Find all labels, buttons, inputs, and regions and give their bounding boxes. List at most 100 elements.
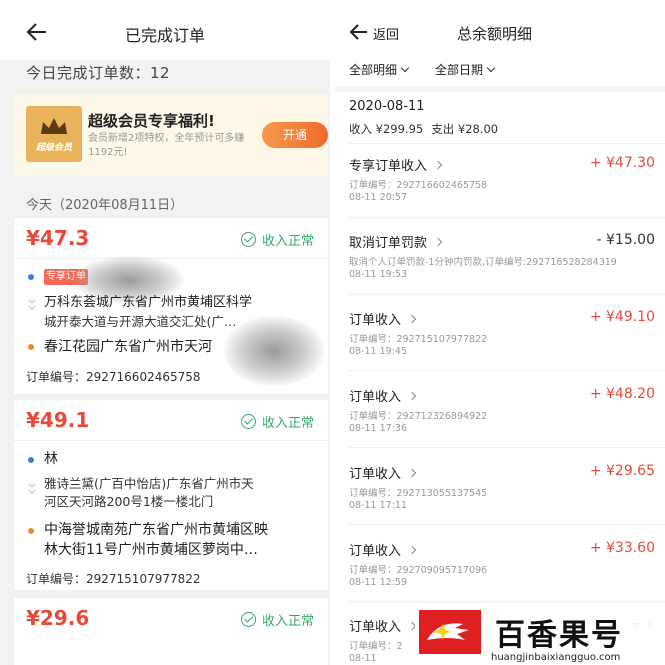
entry-amount: + ¥47.30 (589, 155, 655, 171)
order-status: 收入正常 (240, 230, 314, 249)
entry-amount: + ¥33.60 (589, 540, 655, 556)
order-status-label: 收入正常 (261, 614, 314, 629)
entry-order-number: 订单编号：292712326894922 (349, 411, 488, 422)
entry-title: 订单收入 (349, 544, 402, 559)
transaction-entry[interactable]: 订单收入 + ¥33.60 订单编号：292709095717096 08-11… (349, 540, 655, 610)
entry-time: 08-11 19:45 (349, 346, 408, 357)
entry-order-number: 取消个人订单罚款-1分钟内罚款,订单编号:292716528284319 (349, 257, 617, 268)
dropoff-address: 中海誉城南苑广东省广州市黄埔区映 (44, 522, 268, 538)
entry-amount: + ¥49.10 (589, 309, 655, 325)
promo-description: 会员新增2项特权，全年预计可多赚1192元! (88, 133, 245, 158)
entry-order-number: 订单编号：2 (349, 641, 403, 652)
page-title: 总余额明细 (457, 25, 533, 43)
check-circle-icon (240, 414, 256, 429)
divider (349, 143, 665, 144)
divider (349, 217, 665, 218)
pickup-address-detail: 河区天河路200号1楼一楼北门 (44, 494, 214, 509)
order-amount: ¥47.3 (26, 226, 90, 250)
order-number: 订单编号：292716602465758 (26, 370, 201, 384)
back-button[interactable]: 返回 (373, 24, 399, 43)
expense-total: 支出 ¥28.00 (431, 122, 499, 136)
pickup-address-detail: 雅诗兰黛(广百中怡店)广东省广州市天 (44, 476, 254, 491)
dropoff-dot-icon (28, 344, 34, 350)
entry-title: 订单收入 (349, 313, 402, 328)
income-total: 收入 ¥299.95 (349, 122, 424, 136)
pickup-name: 林 (44, 451, 58, 467)
detail-type-filter[interactable]: 全部明细 (349, 61, 410, 78)
entry-amount: + ¥29.65 (589, 463, 655, 479)
order-card[interactable]: ¥29.6 收入正常 (14, 598, 328, 665)
entry-time: 08-11 17:36 (349, 423, 408, 434)
chevron-down-icon (486, 63, 496, 72)
check-circle-icon (240, 232, 256, 247)
open-vip-button[interactable]: 开通 (262, 122, 328, 148)
divider (349, 294, 665, 295)
summary-date: 2020-08-11 (349, 99, 425, 114)
chevron-down-icon (400, 63, 410, 72)
date-filter[interactable]: 全部日期 (435, 61, 496, 78)
divider (349, 601, 665, 602)
dropoff-address: 林大街11号广州市黄埔区萝岗中… (44, 542, 258, 558)
transaction-entry[interactable]: 订单收入 + ¥49.10 订单编号：292715107977822 08-11… (349, 309, 655, 379)
divider (14, 258, 328, 259)
transaction-entry[interactable]: 专享订单收入 + ¥47.30 订单编号：292716602465758 08-… (349, 155, 655, 225)
entry-title: 订单收入 (349, 390, 402, 405)
entry-title: 专享订单收入 (349, 159, 428, 174)
transaction-entry[interactable]: 取消订单罚款 - ¥15.00 取消个人订单罚款-1分钟内罚款,订单编号:292… (349, 232, 655, 302)
date-header: 今天（2020年08月11日） (26, 198, 184, 213)
daily-summary: 收入 ¥299.95 支出 ¥28.00 (349, 121, 506, 137)
chevron-right-icon (407, 314, 417, 323)
entry-time: 08-11 20:57 (349, 192, 408, 203)
divider (349, 370, 665, 371)
check-circle-icon (240, 612, 256, 627)
entry-title: 取消订单罚款 (349, 236, 428, 251)
chevron-right-icon (407, 468, 417, 477)
entry-amount: - ¥15.00 (596, 232, 656, 248)
entry-time: 08-11 19:53 (349, 269, 408, 280)
balance-detail-screen: 返回 总余额明细 全部明细 全部日期 2020-08-11 收入 ¥299.95… (335, 0, 665, 665)
order-status-label: 收入正常 (261, 416, 314, 431)
order-status: 收入正常 (240, 412, 314, 431)
filter-label: 全部明细 (349, 63, 398, 77)
order-status: 收入正常 (240, 610, 314, 629)
today-order-count: 今日完成订单数：12 (26, 64, 171, 82)
watermark-url: huangjinbaixiangguo.com (491, 652, 621, 663)
promo-title: 超级会员专享福利! (88, 112, 215, 130)
order-amount: ¥49.1 (26, 408, 90, 432)
left-header: 已完成订单 (0, 0, 330, 60)
back-arrow-icon[interactable] (349, 22, 369, 42)
divider (349, 447, 665, 448)
page-title: 已完成订单 (124, 26, 205, 45)
vip-promo-banner[interactable]: 超级会员 超级会员专享福利! 会员新增2项特权，全年预计可多赚1192元! 开通 (14, 94, 328, 176)
order-number: 订单编号：292715107977822 (26, 572, 201, 586)
order-amount: ¥29.6 (26, 606, 90, 630)
chevron-right-icon (407, 545, 417, 554)
entry-time: 08-11 (349, 653, 377, 664)
entry-order-number: 订单编号：292716602465758 (349, 180, 488, 191)
transaction-entry[interactable]: 订单收入 + ¥48.20 订单编号：292712326894922 08-11… (349, 386, 655, 456)
site-watermark: 百香果号 huangjinbaixiangguo.com (415, 608, 665, 665)
entry-time: 08-11 12:59 (349, 577, 408, 588)
completed-orders-screen: 已完成订单 今日完成订单数：12 超级会员 超级会员专享福利! 会员新增2项特权… (0, 0, 330, 665)
watermark-brand: 百香果号 (495, 618, 623, 653)
pickup-address: 万科东荟城广东省广州市黄埔区科学 (44, 295, 253, 310)
transaction-entry[interactable]: 订单收入 + ¥29.65 订单编号：292713055137545 08-11… (349, 463, 655, 533)
chevron-right-icon (433, 160, 443, 169)
vip-badge: 超级会员 (26, 106, 82, 162)
pickup-dot-icon (28, 457, 34, 463)
dropoff-address: 春江花园广东省广州市天河 (44, 339, 212, 355)
chevron-right-icon (407, 391, 417, 400)
entry-amount: + ¥48.20 (589, 386, 655, 402)
order-card[interactable]: ¥47.3 收入正常 专享订单 万科东荟城广东省广州市黄埔区科学 城开泰大道与开… (14, 218, 328, 394)
filter-label: 全部日期 (435, 63, 484, 77)
entry-order-number: 订单编号：292713055137545 (349, 488, 488, 499)
redaction-blur (224, 316, 324, 386)
divider (14, 440, 328, 441)
entry-time: 08-11 17:11 (349, 500, 408, 511)
crown-icon (41, 117, 67, 134)
chevron-right-icon (433, 237, 443, 246)
chevron-down-icon (28, 299, 36, 310)
vip-badge-label: 超级会员 (35, 142, 72, 153)
order-card[interactable]: ¥49.1 收入正常 林 雅诗兰黛(广百中怡店)广东省广州市天 河区天河路200… (14, 400, 328, 590)
entry-title: 订单收入 (349, 620, 402, 635)
